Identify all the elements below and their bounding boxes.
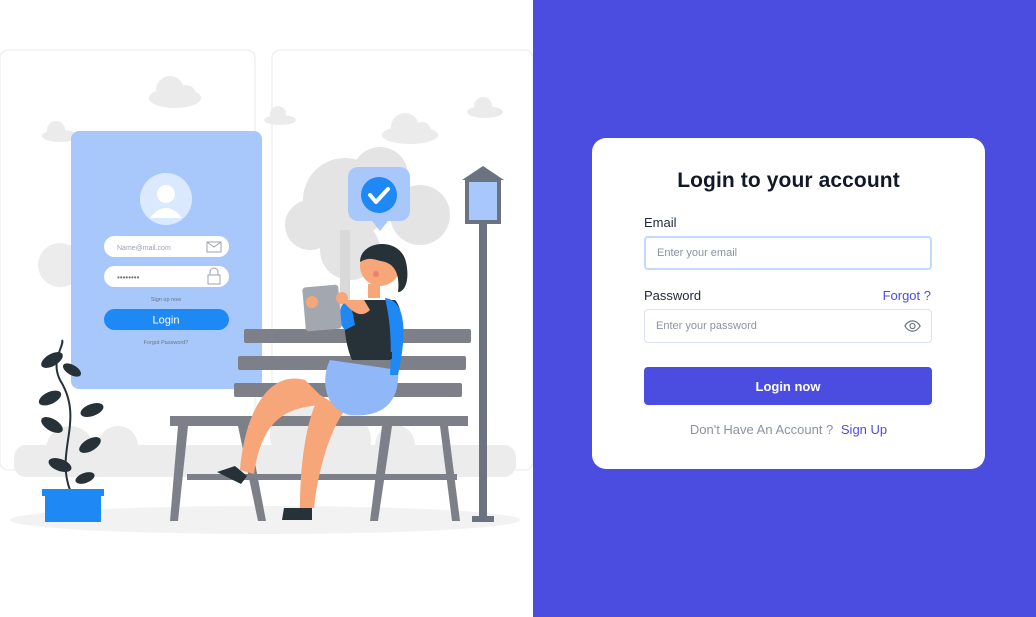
login-button[interactable]: Login now [644, 367, 932, 405]
password-field-container [644, 309, 932, 343]
signup-row: Don't Have An Account ? Sign Up [592, 422, 985, 437]
mini-login-button-label: Login [153, 315, 180, 327]
email-field[interactable] [646, 238, 887, 268]
mini-forgot-text: Forgot Password? [144, 340, 189, 346]
login-pane: Login to your account Email Password For… [533, 0, 1036, 617]
no-account-text: Don't Have An Account ? [689, 422, 834, 437]
login-card: Login to your account Email Password For… [592, 138, 985, 469]
mini-signup-text: Sign up now [151, 297, 181, 303]
eye-icon[interactable] [904, 319, 921, 333]
forgot-password-link[interactable]: Forgot ? [883, 288, 931, 303]
page-title: Login to your account [677, 169, 900, 192]
email-label: Email [644, 215, 677, 230]
illustration-pane: Name@mail.com •••••••• Sign up now Login… [0, 0, 533, 617]
email-field-container [644, 236, 932, 270]
mini-password-mask: •••••••• [117, 273, 140, 282]
mini-email-placeholder: Name@mail.com [117, 245, 171, 252]
password-field[interactable] [645, 310, 886, 342]
login-illustration: Name@mail.com •••••••• Sign up now Login… [0, 49, 533, 534]
signup-link[interactable]: Sign Up [841, 422, 887, 437]
mini-login-card: Name@mail.com •••••••• Sign up now Login… [71, 131, 262, 389]
password-label: Password [644, 288, 702, 303]
